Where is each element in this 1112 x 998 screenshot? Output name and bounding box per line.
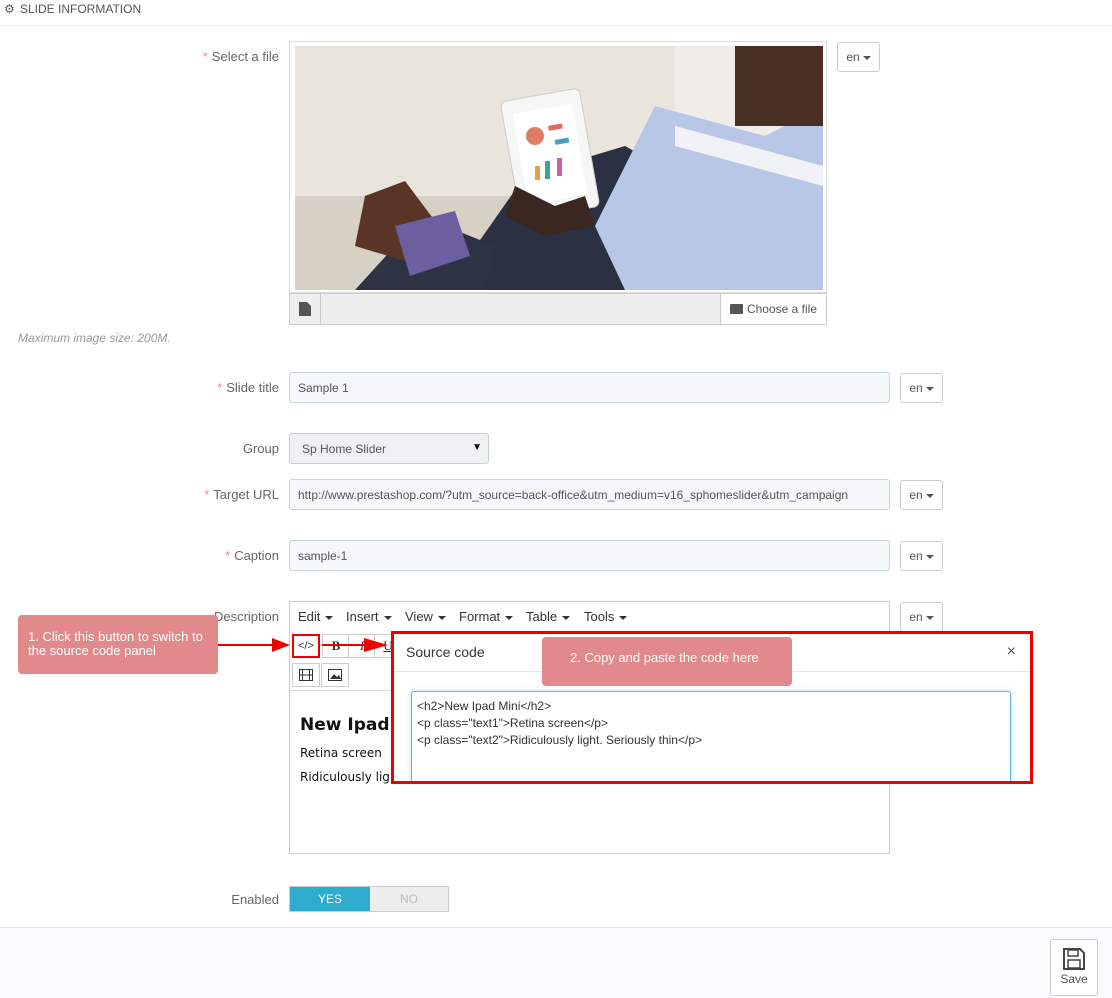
caption-label: * Caption bbox=[225, 548, 279, 563]
menu-tools[interactable]: Tools bbox=[584, 609, 628, 624]
choose-file-label: Choose a file bbox=[746, 302, 818, 316]
lang-slide-title[interactable]: en bbox=[900, 373, 943, 403]
code-line-1: <h2>New Ipad Mini</h2> bbox=[417, 699, 552, 713]
menu-table[interactable]: Table bbox=[526, 609, 571, 624]
caret-down-icon bbox=[505, 615, 514, 620]
select-arrow-icon: ▼ bbox=[472, 442, 482, 453]
insert-video-button[interactable] bbox=[292, 663, 320, 687]
lang-description[interactable]: en bbox=[900, 602, 943, 632]
menu-format[interactable]: Format bbox=[459, 609, 514, 624]
slide-title-input[interactable]: Sample 1 bbox=[289, 372, 890, 403]
gears-icon: ⚙ bbox=[4, 2, 15, 16]
panel-title: SLIDE INFORMATION bbox=[20, 2, 142, 16]
caret-down-icon bbox=[325, 615, 334, 620]
caret-down-icon bbox=[562, 615, 571, 620]
caret-down-icon bbox=[925, 554, 934, 559]
slide-photo bbox=[295, 46, 823, 290]
file-icon bbox=[290, 294, 321, 324]
content-heading: New Ipad bbox=[300, 715, 390, 735]
code-line-3: <p class="text2">Ridiculously light. Ser… bbox=[417, 733, 703, 747]
code-line-2: <p class="text1">Retina screen</p> bbox=[417, 716, 608, 730]
caret-down-icon bbox=[383, 615, 392, 620]
lang-caption[interactable]: en bbox=[900, 541, 943, 571]
lang-label: en bbox=[909, 610, 923, 624]
caret-down-icon bbox=[862, 55, 871, 60]
insert-image-button[interactable] bbox=[321, 663, 349, 687]
menu-edit[interactable]: Edit bbox=[298, 609, 334, 624]
target-url-label: * Target URL bbox=[204, 487, 279, 502]
save-label: Save bbox=[1060, 972, 1088, 986]
caret-down-icon bbox=[925, 493, 934, 498]
enabled-label: Enabled bbox=[231, 892, 279, 907]
content-line-1: Retina screen bbox=[300, 746, 382, 760]
menu-insert[interactable]: Insert bbox=[346, 609, 392, 624]
group-label: Group bbox=[242, 441, 279, 456]
close-icon[interactable]: × bbox=[1007, 643, 1016, 661]
dialog-title: Source code bbox=[406, 644, 485, 660]
choose-file-button[interactable]: Choose a file bbox=[720, 294, 826, 324]
caret-down-icon bbox=[925, 386, 934, 391]
callout-step-1: 1. Click this button to switch to the so… bbox=[18, 615, 218, 674]
select-file-label: * Select a file bbox=[202, 49, 279, 64]
editor-menubar: Edit Insert View Format Table Tools bbox=[290, 602, 889, 630]
lang-target-url[interactable]: en bbox=[900, 480, 943, 510]
panel-footer: Save bbox=[0, 927, 1112, 998]
annotation-arrows bbox=[218, 638, 388, 652]
caret-down-icon bbox=[925, 615, 934, 620]
panel-header: ⚙ SLIDE INFORMATION bbox=[0, 0, 1112, 26]
source-code-textarea[interactable]: <h2>New Ipad Mini</h2> <p class="text1">… bbox=[411, 691, 1011, 781]
target-url-input[interactable]: http://www.prestashop.com/?utm_source=ba… bbox=[289, 479, 890, 510]
max-size-hint: Maximum image size: 200M. bbox=[18, 331, 171, 345]
menu-view[interactable]: View bbox=[405, 609, 446, 624]
enabled-no[interactable]: NO bbox=[370, 887, 448, 911]
image-icon bbox=[328, 669, 342, 681]
arrow-1-head bbox=[272, 638, 290, 652]
lang-label: en bbox=[909, 488, 923, 502]
slide-image-preview bbox=[289, 41, 827, 293]
lang-label: en bbox=[846, 50, 860, 64]
film-icon bbox=[299, 669, 313, 681]
file-input[interactable]: Choose a file bbox=[289, 293, 827, 325]
caret-down-icon bbox=[437, 615, 446, 620]
save-icon bbox=[1063, 948, 1085, 970]
lang-label: en bbox=[909, 381, 923, 395]
enabled-toggle[interactable]: YES NO bbox=[289, 886, 449, 912]
save-button[interactable]: Save bbox=[1050, 939, 1098, 996]
folder-open-icon bbox=[729, 304, 743, 314]
caption-input[interactable]: sample-1 bbox=[289, 540, 890, 571]
caret-down-icon bbox=[619, 615, 628, 620]
group-select[interactable]: Sp Home Slider ▼ bbox=[289, 433, 489, 464]
arrow-2-head bbox=[364, 638, 388, 652]
slide-title-label: * Slide title bbox=[217, 380, 279, 395]
lang-label: en bbox=[909, 549, 923, 563]
enabled-yes[interactable]: YES bbox=[290, 887, 370, 911]
description-label: Description bbox=[213, 609, 279, 624]
lang-select-file[interactable]: en bbox=[837, 42, 880, 72]
callout-step-2: 2. Copy and paste the code here bbox=[542, 637, 792, 686]
group-value: Sp Home Slider bbox=[302, 442, 387, 456]
file-name-field[interactable] bbox=[321, 294, 719, 324]
content-line-2: Ridiculously ligh bbox=[300, 770, 398, 784]
